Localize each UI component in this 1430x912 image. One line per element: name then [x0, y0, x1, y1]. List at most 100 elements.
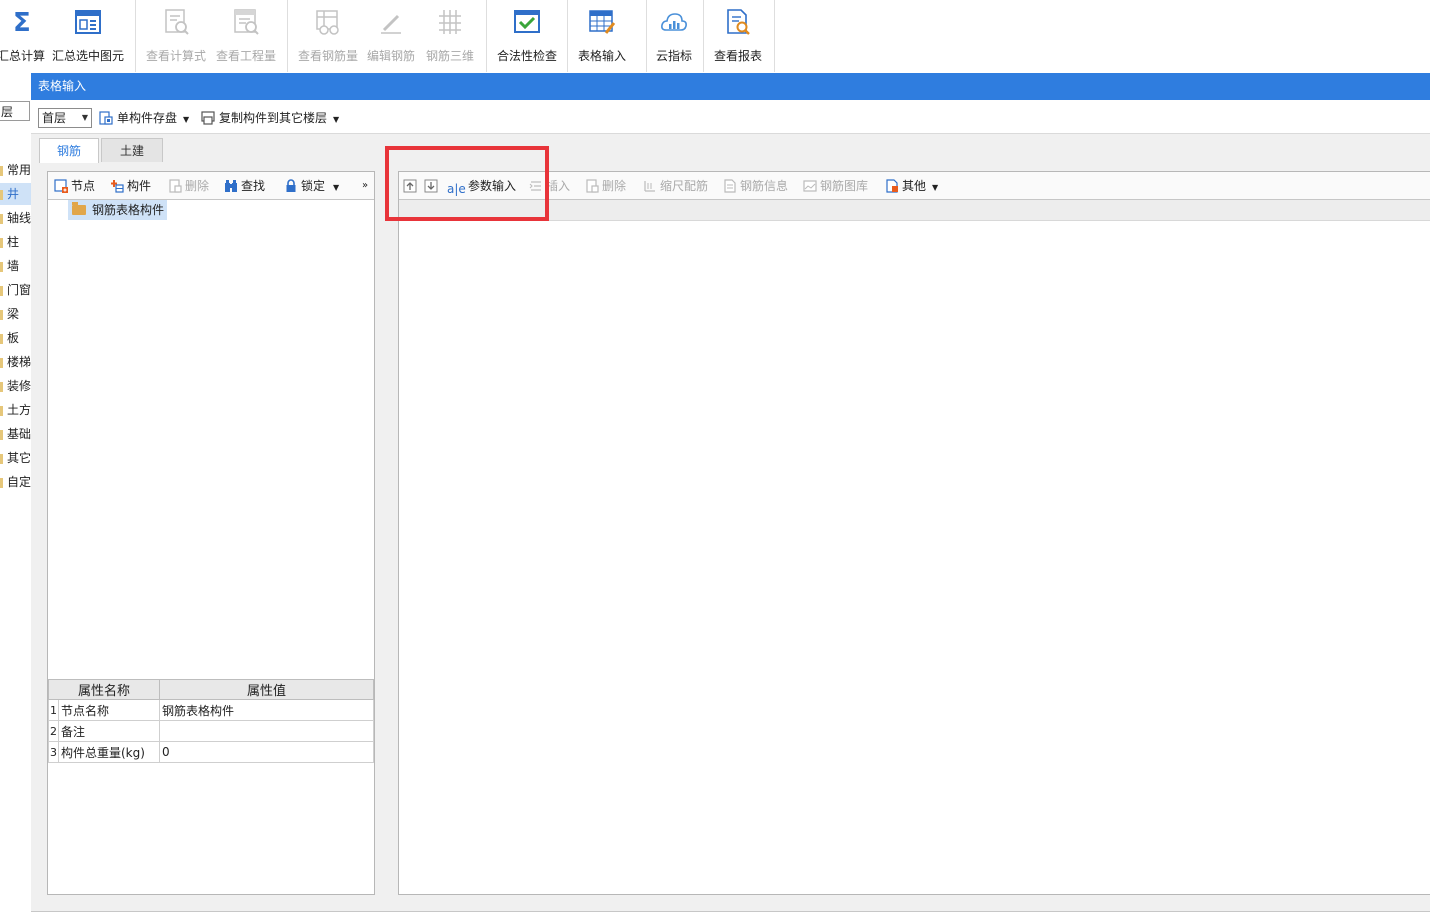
row-number: 3: [48, 741, 59, 763]
category-item-grid[interactable]: 井: [0, 183, 31, 205]
rebar-info-button[interactable]: 钢筋信息: [723, 176, 788, 196]
category-item-stairs[interactable]: 楼梯: [0, 351, 31, 373]
ribbon-group-rebar: 查看钢筋量 编辑钢筋 钢筋三维: [287, 0, 487, 72]
category-item-other[interactable]: 其它: [0, 447, 31, 469]
rebar-3d-icon: [436, 8, 464, 36]
category-item-earthwork[interactable]: 土方: [0, 399, 31, 421]
view-rebar-qty-label: 查看钢筋量: [297, 49, 358, 63]
add-component-button[interactable]: 构件: [110, 176, 151, 196]
sum-selected-button[interactable]: 汇总选中图元: [50, 6, 126, 66]
folder-icon: [72, 202, 86, 215]
tab-civil[interactable]: 土建: [101, 138, 163, 162]
ribbon-group-summary: Σ 汇总计算 汇总选中图元: [0, 0, 136, 72]
table-row[interactable]: 3 构件总重量(kg) 0: [48, 741, 374, 763]
save-component-icon: [99, 111, 113, 125]
property-value-cell[interactable]: 0: [159, 741, 374, 763]
toolbar-overflow-button[interactable]: »: [362, 176, 368, 196]
image-library-icon: [803, 179, 817, 193]
category-item-common[interactable]: 常用: [0, 159, 31, 181]
property-name-cell: 构件总重量(kg): [58, 741, 160, 763]
table-row[interactable]: 1 节点名称 钢筋表格构件: [48, 699, 374, 721]
rebar-grid-pane: a|e 参数输入 插入 删除 缩尺配筋 钢筋信息 钢筋图库 其他 ▼: [398, 171, 1430, 895]
floor-mini-select[interactable]: 层: [0, 101, 30, 121]
binoculars-icon: [224, 179, 238, 193]
tab-rebar[interactable]: 钢筋: [39, 138, 99, 163]
property-value-cell[interactable]: [159, 720, 374, 742]
table-input-button[interactable]: 表格输入: [575, 6, 629, 66]
view-formula-label: 查看计算式: [145, 49, 206, 63]
pane-splitter[interactable]: [377, 171, 385, 911]
rebar-grid-header: [399, 200, 1430, 221]
view-formula-button[interactable]: 查看计算式: [143, 6, 209, 66]
property-value-cell[interactable]: 钢筋表格构件: [159, 699, 374, 721]
move-down-button[interactable]: [424, 176, 441, 196]
table-input-window: 表格输入 首层 ▼ 单构件存盘 ▼ 复制构件到其它楼层 ▼ 钢筋 土建 节点 构件 …: [31, 73, 1430, 912]
save-single-component-button[interactable]: 单构件存盘 ▼: [99, 108, 189, 128]
lock-button[interactable]: 锁定 ▼: [284, 176, 339, 196]
add-node-button[interactable]: 节点: [54, 176, 95, 196]
category-marker-icon: [0, 453, 3, 464]
tree-toolbar: 节点 构件 删除 查找 锁定 ▼ »: [48, 172, 374, 200]
view-rebar-qty-button[interactable]: 查看钢筋量: [297, 6, 359, 66]
report-magnifier-icon: [724, 8, 752, 36]
row-number: 1: [48, 699, 59, 721]
arrow-down-icon: [424, 179, 438, 193]
checkmark-window-icon: [513, 8, 541, 36]
category-item-wall[interactable]: 墙: [0, 255, 31, 277]
param-input-icon: a|e: [447, 182, 466, 196]
category-item-decoration[interactable]: 装修: [0, 375, 31, 397]
edit-rebar-button[interactable]: 编辑钢筋: [365, 6, 417, 66]
find-button[interactable]: 查找: [224, 176, 265, 196]
view-quantity-button[interactable]: 查看工程量: [213, 6, 279, 66]
validity-check-label: 合法性检查: [496, 49, 557, 63]
category-item-slab[interactable]: 板: [0, 327, 31, 349]
category-item-column[interactable]: 柱: [0, 231, 31, 253]
category-item-door-window[interactable]: 门窗: [0, 279, 31, 301]
delete-node-button[interactable]: 删除: [168, 176, 209, 196]
sum-selected-label: 汇总选中图元: [51, 49, 124, 63]
ribbon-group-report: 查看报表: [703, 0, 775, 72]
category-marker-icon: [0, 213, 3, 224]
insert-row-button[interactable]: 插入: [529, 176, 570, 196]
calculator-window-icon: [74, 8, 102, 36]
other-menu-button[interactable]: 其他 ▼: [885, 176, 938, 196]
category-marker-icon: [0, 189, 3, 200]
scale-rebar-button[interactable]: 缩尺配筋: [643, 176, 708, 196]
rebar-3d-button[interactable]: 钢筋三维: [423, 6, 477, 66]
property-name-cell: 备注: [58, 720, 160, 742]
cloud-chart-icon: [660, 8, 688, 36]
tree-node-rebar-table-component[interactable]: 钢筋表格构件: [68, 200, 168, 220]
insert-icon: [529, 179, 543, 193]
category-marker-icon: [0, 333, 3, 344]
grid-toolbar: a|e 参数输入 插入 删除 缩尺配筋 钢筋信息 钢筋图库 其他 ▼: [399, 172, 1430, 200]
sum-calc-button[interactable]: Σ 汇总计算: [0, 6, 46, 66]
ribbon-group-check: 合法性检查: [486, 0, 568, 72]
cloud-index-button[interactable]: 云指标: [652, 6, 696, 66]
validity-check-button[interactable]: 合法性检查: [494, 6, 560, 66]
document-icon: [723, 179, 737, 193]
table-row[interactable]: 2 备注: [48, 720, 374, 742]
ribbon-group-cloud: 云指标: [646, 0, 704, 72]
rebar-3d-label: 钢筋三维: [425, 49, 474, 63]
copy-to-other-floor-button[interactable]: 复制构件到其它楼层 ▼: [201, 108, 339, 128]
arrow-up-icon: [403, 179, 417, 193]
add-component-icon: [110, 179, 124, 193]
table-input-label: 表格输入: [577, 49, 626, 63]
chevron-down-icon: ▼: [932, 183, 939, 192]
property-value-header: 属性值: [159, 679, 374, 700]
category-item-foundation[interactable]: 基础: [0, 423, 31, 445]
move-up-button[interactable]: [403, 176, 420, 196]
edit-rebar-label: 编辑钢筋: [366, 49, 415, 63]
category-item-custom[interactable]: 自定: [0, 471, 31, 493]
formula-magnifier-icon: [162, 8, 190, 36]
param-input-button[interactable]: a|e 参数输入: [447, 176, 516, 196]
copy-floor-icon: [201, 111, 215, 125]
rebar-library-button[interactable]: 钢筋图库: [803, 176, 868, 196]
category-item-axis[interactable]: 轴线: [0, 207, 31, 229]
floor-select[interactable]: 首层 ▼: [38, 108, 92, 128]
window-toolbar: 首层 ▼ 单构件存盘 ▼ 复制构件到其它楼层 ▼: [31, 100, 1430, 134]
category-item-beam[interactable]: 梁: [0, 303, 31, 325]
delete-row-button[interactable]: 删除: [585, 176, 626, 196]
property-table: 属性名称 属性值 1 节点名称 钢筋表格构件 2 备注 3 构件总重量(kg): [48, 679, 374, 763]
view-report-button[interactable]: 查看报表: [711, 6, 765, 66]
